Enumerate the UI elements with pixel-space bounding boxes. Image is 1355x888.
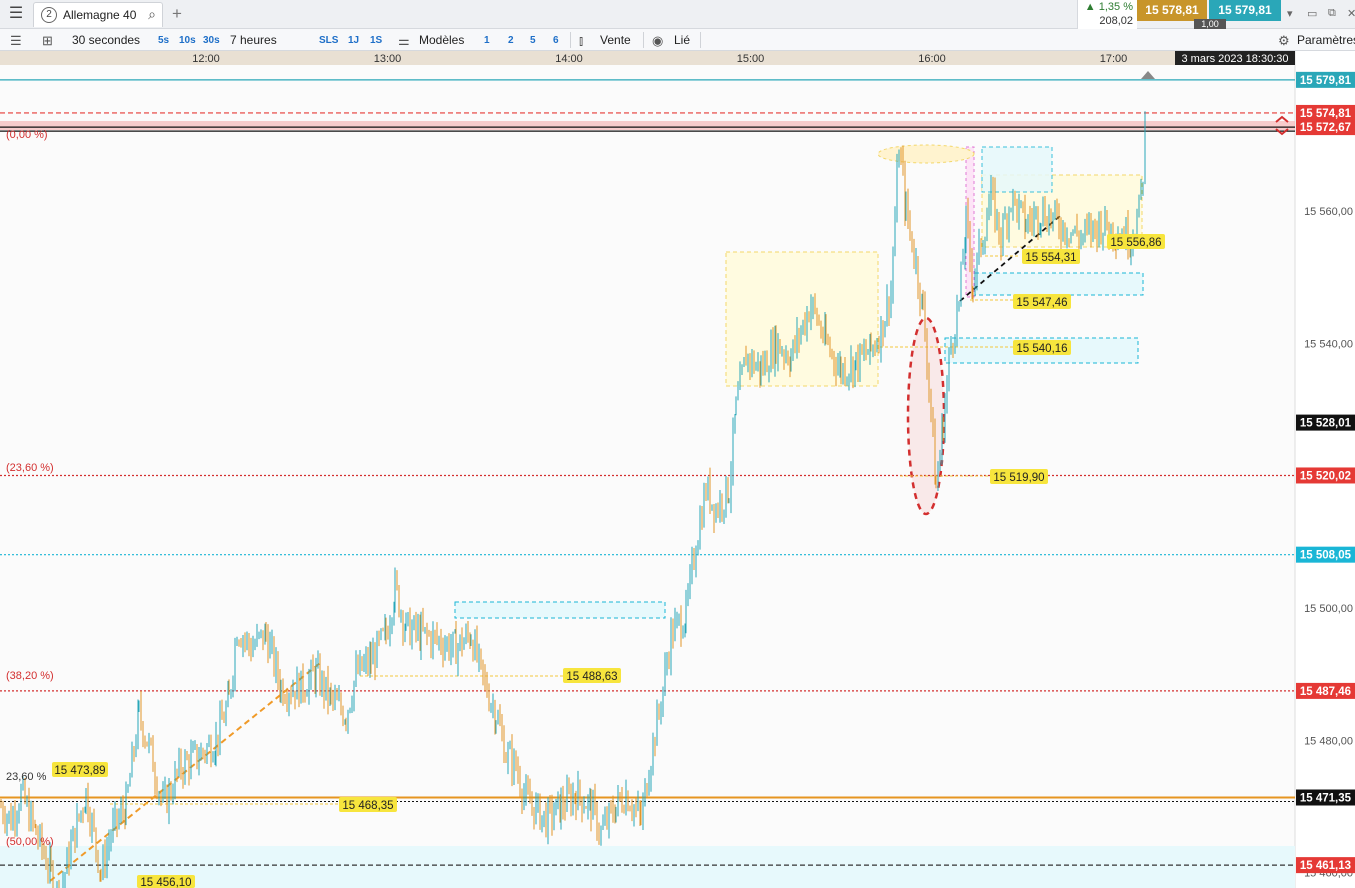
chart-toolbar: ☰ ⊞ 30 secondes 5s 10s 30s 7 heures SLS … [0, 29, 1355, 51]
tab-bar: ☰ 2 Allemagne 40 ⌕ + ▲ 1,35 % 208,02 15 … [0, 0, 1355, 30]
x-tick-label: 14:00 [555, 53, 583, 65]
annotation-15488[interactable]: 15 488,63 [563, 668, 621, 683]
resistance-zone-cyan [454, 601, 666, 619]
stop-zone [0, 121, 1295, 130]
bid-price-button[interactable]: 15 578,81 [1137, 0, 1207, 21]
fib-label-23-6: (23,60 %) [6, 462, 54, 474]
x-tick-label: 17:00 [1100, 53, 1128, 65]
price-level-label: 15 574,81 [1300, 108, 1352, 120]
x-tick-label: 12:00 [192, 53, 220, 65]
grid-layout-icon[interactable]: ⊞ [42, 33, 53, 49]
close-icon[interactable]: ✕ [1347, 7, 1355, 20]
y-tick-label: 15 540,00 [1304, 338, 1353, 350]
tab-title: Allemagne 40 [63, 8, 137, 22]
models-icon: ⚌ [398, 33, 410, 48]
popout-icon[interactable]: ⧉ [1328, 7, 1336, 20]
duration-select[interactable]: 7 heures [230, 33, 277, 47]
chart-canvas[interactable]: 12:00 13:00 14:00 15:00 16:00 17:00 3 mars 20… [0, 51, 1355, 888]
timeframe-select[interactable]: 30 secondes [72, 33, 140, 47]
model-5-button[interactable]: 5 [530, 35, 536, 46]
annotation-15556[interactable]: 15 556,86 [1107, 234, 1165, 249]
highlight-ellipse [877, 144, 975, 164]
annotation-label: 15 519,90 [993, 472, 1044, 484]
tf-30s-button[interactable]: 30s [203, 35, 220, 46]
price-level-label: 15 528,01 [1300, 418, 1352, 430]
tab-allemagne-40[interactable]: 2 Allemagne 40 ⌕ [33, 2, 163, 27]
annotation-label: 15 547,46 [1016, 297, 1067, 309]
annotation-label: 15 468,35 [342, 800, 393, 812]
sls-button[interactable]: SLS [319, 35, 338, 46]
settings-button[interactable]: Paramètres [1297, 33, 1355, 47]
fib-label-50: (50,00 %) [6, 836, 54, 848]
annotation-label: 15 488,63 [566, 671, 617, 683]
change-percent: ▲ 1,35 % [1084, 1, 1133, 13]
price-level-label: 15 461,13 [1300, 860, 1351, 872]
x-tick-label: 16:00 [918, 53, 946, 65]
add-tab-icon[interactable]: + [172, 4, 182, 24]
annotation-15456[interactable]: 15 456,10 [137, 875, 195, 888]
models-button[interactable]: Modèles [419, 33, 464, 47]
eye-icon: ◉ [652, 33, 664, 48]
range-1j-button[interactable]: 1J [348, 35, 359, 46]
gear-icon[interactable]: ⚙ [1278, 33, 1290, 49]
range-1s-button[interactable]: 1S [370, 35, 382, 46]
date-label: 3 mars 2023 18:30:30 [1181, 53, 1288, 65]
annotation-label: 15 473,89 [54, 765, 105, 777]
tf-10s-button[interactable]: 10s [179, 35, 196, 46]
y-tick-label: 15 500,00 [1304, 603, 1353, 615]
price-level-label: 15 572,67 [1300, 122, 1351, 134]
model-2-button[interactable]: 2 [508, 35, 514, 46]
candles-icon: ⫾ [579, 33, 584, 48]
price-chart[interactable]: 12:00 13:00 14:00 15:00 16:00 17:00 3 mars 20… [0, 51, 1355, 888]
annotation-label: 15 456,10 [140, 877, 191, 888]
fib-label-23-6-b: 23,60 % [6, 771, 47, 783]
change-box: ▲ 1,35 % 208,02 [1077, 0, 1137, 29]
change-absolute: 208,02 [1099, 15, 1133, 27]
annotation-15540[interactable]: 15 540,16 [1013, 340, 1071, 355]
annotation-15519[interactable]: 15 519,90 [990, 469, 1048, 484]
annotation-label: 15 554,31 [1025, 252, 1076, 264]
fib-label-38-2: (38,20 %) [6, 670, 54, 682]
toolbar-divider [700, 32, 701, 48]
price-level-label: 15 520,02 [1300, 470, 1351, 482]
toolbar-divider [570, 32, 571, 48]
fib-label-0: (0,00 %) [6, 129, 48, 141]
x-tick-label: 15:00 [737, 53, 765, 65]
model-1-button[interactable]: 1 [484, 35, 490, 46]
annotation-label: 15 556,86 [1110, 237, 1161, 249]
tf-5s-button[interactable]: 5s [158, 35, 169, 46]
arrow-down-icon[interactable]: ▾ [1287, 7, 1293, 20]
sell-button[interactable]: Vente [600, 33, 631, 47]
y-tick-label: 15 560,00 [1304, 206, 1353, 218]
tab-number: 2 [41, 7, 57, 23]
annotation-15554[interactable]: 15 554,31 [1022, 249, 1080, 264]
model-6-button[interactable]: 6 [553, 35, 559, 46]
price-level-label: 15 471,35 [1300, 793, 1352, 805]
list-icon[interactable]: ☰ [10, 33, 22, 49]
ask-price-button[interactable]: 15 579,81 [1209, 0, 1281, 21]
price-level-label: 15 579,81 [1300, 75, 1352, 87]
minimize-icon[interactable]: ▭ [1307, 7, 1317, 20]
annotation-15547[interactable]: 15 547,46 [1013, 294, 1071, 309]
hamburger-menu-icon[interactable]: ☰ [4, 3, 28, 25]
linked-button[interactable]: Lié [674, 33, 690, 47]
annotation-15468[interactable]: 15 468,35 [339, 797, 397, 812]
support-zone-2 [974, 272, 1144, 296]
search-icon[interactable]: ⌕ [148, 6, 156, 23]
price-level-label: 15 487,46 [1300, 686, 1351, 698]
y-tick-label: 15 480,00 [1304, 735, 1353, 747]
annotation-15473[interactable]: 15 473,89 [52, 762, 108, 777]
price-level-label: 15 508,05 [1300, 550, 1352, 562]
toolbar-divider [643, 32, 644, 48]
x-tick-label: 13:00 [374, 53, 402, 65]
chart-background [0, 51, 1355, 888]
annotation-label: 15 540,16 [1016, 343, 1067, 355]
